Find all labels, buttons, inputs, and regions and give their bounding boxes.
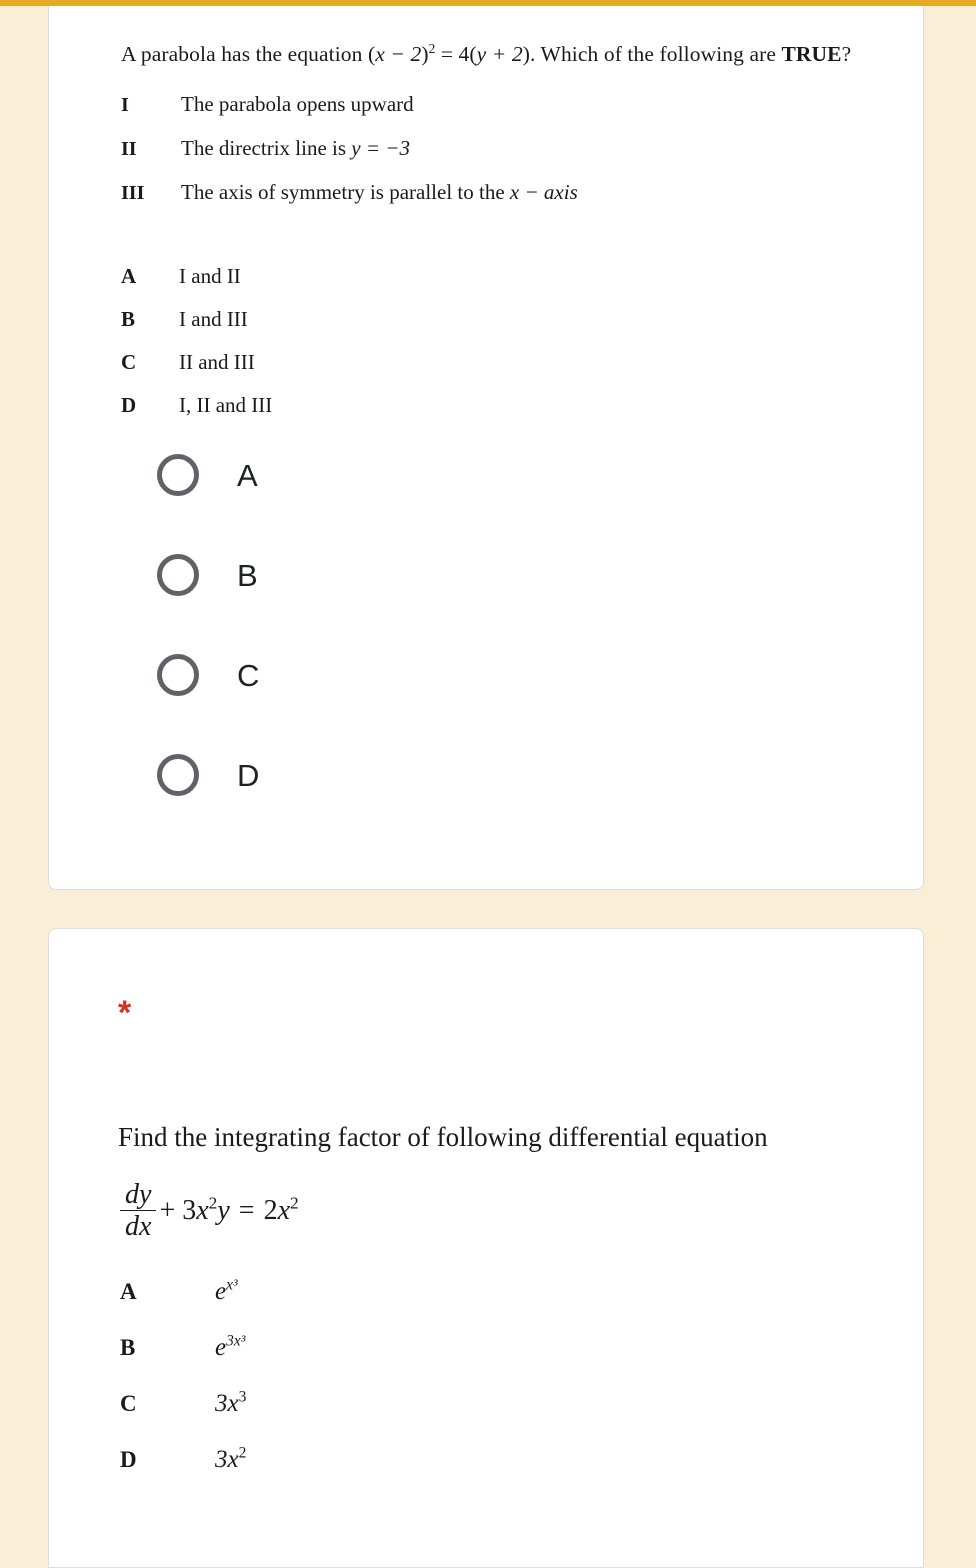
equation-rhs: 2x2 — [263, 1193, 299, 1227]
question-2-option-item: C 3x3 — [120, 1388, 640, 1446]
option-text: II and III — [179, 350, 255, 374]
statement-text: The directrix line is y = −3 — [181, 136, 881, 161]
question-2-stem: Find the integrating factor of following… — [118, 1122, 768, 1152]
equation-equals: = 4 — [440, 42, 470, 66]
option-base: 3x — [215, 1446, 239, 1473]
y-plus-2: y + 2 — [476, 42, 523, 66]
statement-text: The axis of symmetry is parallel to the … — [181, 180, 881, 205]
option-exponent: 2 — [238, 1444, 247, 1462]
radio-option-label: D — [237, 757, 260, 793]
option-base: e — [215, 1278, 227, 1305]
statement-numeral: III — [121, 182, 145, 204]
option-exponent: x³ — [226, 1276, 238, 1294]
rhs-exponent: 2 — [290, 1193, 299, 1213]
question-card-1: A parabola has the equation (x − 2)2 = 4… — [48, 0, 924, 890]
option-base: 3x — [215, 1390, 239, 1417]
option-exponent: 3 — [238, 1388, 247, 1406]
statement-text: The parabola opens upward — [181, 92, 414, 116]
option-letter: A — [121, 264, 137, 288]
option-text: I and III — [179, 307, 248, 331]
required-asterisk: * — [118, 994, 132, 1032]
radio-button-icon[interactable] — [157, 754, 199, 796]
question-1-stem-true: TRUE — [781, 42, 842, 66]
statement-item: III The axis of symmetry is parallel to … — [121, 180, 881, 205]
rhs-paren-open: ( — [469, 42, 477, 66]
option-letter: A — [120, 1279, 137, 1304]
option-value: 3x3 — [215, 1388, 247, 1418]
radio-option-a[interactable]: A — [157, 447, 657, 503]
statement-item: II The directrix line is y = −3 — [121, 136, 881, 161]
rhs-variable: x — [277, 1194, 291, 1226]
plus-y: y — [217, 1194, 230, 1226]
option-letter: B — [121, 307, 136, 331]
question-2-option-item: A ex³ — [120, 1276, 640, 1334]
question-1-stem-tail-2: ? — [841, 42, 852, 66]
question-1-stem: A parabola has the equation (x − 2)2 = 4… — [121, 40, 911, 69]
question-1-stem-lead: A parabola has the equation — [121, 42, 363, 66]
option-text: I, II and III — [179, 393, 273, 417]
statement-item: I The parabola opens upward — [121, 92, 881, 117]
radio-button-icon[interactable] — [157, 654, 199, 696]
option-exponent: 3x³ — [226, 1332, 246, 1350]
radio-option-d[interactable]: D — [157, 747, 657, 803]
radio-option-label: B — [237, 557, 258, 593]
question-2-option-item: D 3x2 — [120, 1444, 640, 1502]
question-2-option-list: A ex³ B e3x³ C 3x3 D 3x2 — [120, 1276, 640, 1502]
option-letter: C — [121, 350, 137, 374]
paren-close: ) — [421, 42, 429, 66]
plus-variable: x — [196, 1194, 209, 1226]
equation-plus-term: + 3x2y — [159, 1194, 230, 1227]
top-accent-bar — [0, 0, 976, 6]
statement-text-label: The directrix line is — [181, 136, 352, 160]
statement-text-label: The axis of symmetry is parallel to the — [181, 180, 510, 204]
option-text-list: A I and II B I and III C II and III D I,… — [121, 264, 761, 436]
x-minus-2: x − 2 — [375, 42, 422, 66]
option-text-item: C II and III — [121, 350, 761, 375]
statement-numeral: II — [121, 138, 137, 160]
radio-option-label: A — [237, 457, 258, 493]
plus-coefficient: + 3 — [159, 1194, 197, 1226]
question-2-equation: dy dx + 3x2y = 2x2 — [120, 1180, 299, 1241]
fraction-numerator: dy — [125, 1179, 152, 1210]
question-1-equation: (x − 2)2 = 4(y + 2) — [368, 42, 530, 66]
option-value: ex³ — [215, 1276, 238, 1306]
option-text-item: D I, II and III — [121, 393, 761, 418]
statement-numeral: I — [121, 94, 129, 116]
rhs-coefficient: 2 — [263, 1194, 278, 1226]
option-base: e — [215, 1334, 227, 1361]
option-value: 3x2 — [215, 1444, 247, 1474]
option-letter: B — [120, 1335, 136, 1360]
option-value: e3x³ — [215, 1332, 246, 1362]
equation-equals-sign: = — [238, 1194, 255, 1226]
statement-list: I The parabola opens upward II The direc… — [121, 92, 881, 224]
option-letter: D — [121, 393, 137, 417]
radio-button-icon[interactable] — [157, 454, 199, 496]
radio-option-label: C — [237, 657, 260, 693]
radio-option-b[interactable]: B — [157, 547, 657, 603]
option-text: I and II — [179, 264, 241, 288]
rhs-paren-close: ) — [522, 42, 530, 66]
option-letter: C — [120, 1391, 137, 1416]
question-1-stem-tail-1: . Which of the following are — [530, 42, 782, 66]
option-text-item: A I and II — [121, 264, 761, 289]
statement-math: y = −3 — [351, 136, 410, 160]
answer-radio-group[interactable]: A B C D — [157, 447, 657, 847]
fraction-denominator: dx — [120, 1210, 157, 1241]
statement-math: x − axis — [509, 180, 578, 204]
radio-option-c[interactable]: C — [157, 647, 657, 703]
equation-exponent: 2 — [428, 40, 436, 56]
option-text-item: B I and III — [121, 307, 761, 332]
radio-button-icon[interactable] — [157, 554, 199, 596]
derivative-fraction: dy dx — [120, 1179, 157, 1241]
option-letter: D — [120, 1447, 137, 1472]
question-2-option-item: B e3x³ — [120, 1332, 640, 1390]
